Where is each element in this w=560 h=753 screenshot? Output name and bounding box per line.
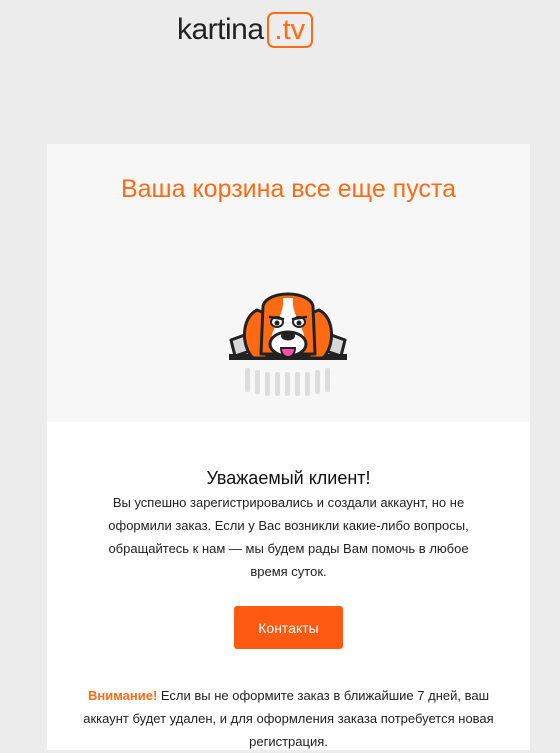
logo-suffix-badge: .tv — [266, 12, 314, 48]
contacts-button[interactable]: Контакты — [234, 606, 343, 649]
warning-notice: Внимание! Если вы не оформите заказ в бл… — [67, 684, 510, 753]
hero-section: Ваша корзина все еще пуста — [47, 144, 530, 422]
logo-word: kartina — [177, 13, 264, 46]
message-body: Вы успешно зарегистрировались и создали … — [108, 495, 469, 579]
kartina-logo[interactable]: kartina .tv — [177, 12, 314, 48]
warning-label: Внимание! — [87, 688, 158, 703]
email-header: kartina .tv — [0, 0, 560, 140]
email-card: Ваша корзина все еще пуста Уважаемый кли… — [47, 144, 530, 750]
dog-mascot-icon — [229, 292, 347, 396]
greeting-heading: Уважаемый клиент! — [206, 468, 371, 488]
hero-title: Ваша корзина все еще пуста — [120, 175, 457, 203]
